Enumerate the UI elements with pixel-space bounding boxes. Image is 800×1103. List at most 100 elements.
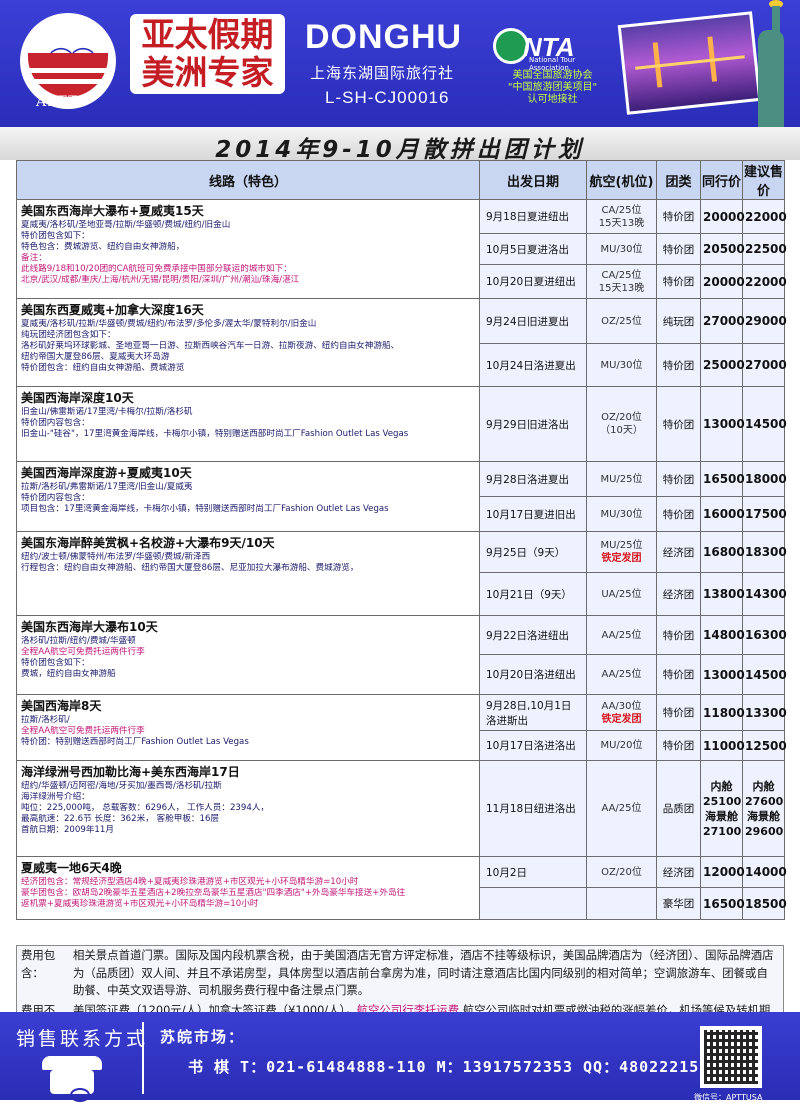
departure-date: 10月17日夏进旧出 xyxy=(479,496,587,532)
departure-date-text: 9月24日旧进夏出 xyxy=(486,315,570,328)
departure-date-text: 10月2日 xyxy=(486,866,528,879)
airline-seats: MU/25位 铁定发团 xyxy=(586,531,657,573)
departure-date-text: 10月17日洛进洛出 xyxy=(486,740,576,752)
departure-date-text: 9月28日洛进夏出 xyxy=(486,473,570,486)
route-cell: 美国东西海岸大瀑布10天 洛杉矶/拉斯/纽约/费城/华盛顿 全程AA航空可免费托运两… xyxy=(16,615,480,695)
airline-seats-text: OZ/20位 xyxy=(601,866,642,878)
tour-type-text: 特价团 xyxy=(662,276,695,288)
peer-price-text: 16800 xyxy=(703,545,745,559)
airline-seats: AA/25位 xyxy=(586,760,657,857)
tour-type-text: 经济团 xyxy=(662,546,695,559)
route-detail-line: 行程包含：纽约自由女神游船、纽约帝国大厦登86层、尼亚加拉大瀑布游船、费城游览， xyxy=(21,563,359,573)
table-header-row: 线路（特色） 出发日期 航空(机位) 团类 同行价 建议售价 xyxy=(16,160,785,200)
airline-seats: UA/25位 xyxy=(586,572,657,616)
peer-price-text: 13000 xyxy=(703,417,745,431)
route-detail-line: 费城，纽约自由女神游船 xyxy=(21,669,116,679)
departure-date xyxy=(479,887,587,920)
tour-type: 经济团 xyxy=(656,572,701,616)
retail-price-text: 27000 xyxy=(745,358,787,372)
route-detail-line: 旧金山/佛雷斯诺/17里湾/卡梅尔/拉斯/洛杉矶 xyxy=(21,407,193,417)
route-cell: 海洋绿洲号西加勒比海+美东西海岸17日纽约/华盛顿/迈阿密/海地/牙买加/墨西哥… xyxy=(16,760,480,857)
route-detail-line: 此线路9/18和10/20团的CA航班可免费承接中国部分联运的城市如下： xyxy=(21,264,292,274)
retail-price-text: 14300 xyxy=(745,587,787,601)
retail-price-text: 14500 xyxy=(745,417,787,431)
schedule-body: 美国东西海岸大瀑布+夏威夷15天 夏威夷/洛杉矶/圣地亚哥/拉斯/华盛顿/费城/纽… xyxy=(16,199,787,920)
brand-line-2: 美洲专家 xyxy=(141,53,274,92)
contact-details: 书 棋 T：021-61484888-110 M：13917572353 QQ：… xyxy=(188,1058,710,1076)
qr-caption: 微信号：APTTUSA xyxy=(694,1093,763,1102)
peer-price: 25000 xyxy=(700,343,745,387)
brand-line-1: 亚太假期 xyxy=(141,15,274,54)
tour-type: 豪华团 xyxy=(656,887,701,920)
route-detail-line: 豪华团包含：欧胡岛2晚豪华五星酒店+2晚拉奈岛豪华五星酒店"四季酒店"+外岛豪华… xyxy=(21,888,406,898)
peer-price-text: 20000 xyxy=(703,274,745,289)
route-detail-line: 特价团内容包含： xyxy=(21,493,90,503)
departure-date: 10月21日（9天） xyxy=(479,572,587,616)
route-detail-line: 纽约/波士顿/佛蒙特州/布法罗/华盛顿/费城/新泽西 xyxy=(21,552,211,562)
retail-price: 14000 xyxy=(742,856,787,888)
table-row: 美国东海岸醉美赏枫+名校游+大瀑布9天/10天 纽约/波士顿/佛蒙特州/布法罗/华… xyxy=(16,531,787,616)
agency-name: 上海东湖国际旅行社 xyxy=(310,64,455,82)
route-detail-line: 特价团包含如下： xyxy=(21,231,90,241)
retail-price-text: 内舱 27600 海景舱 29600 xyxy=(745,779,784,838)
table-row: 美国东西海岸大瀑布+夏威夷15天 夏威夷/洛杉矶/圣地亚哥/拉斯/华盛顿/费城/纽… xyxy=(16,199,787,299)
departure-date: 10月24日洛进夏出 xyxy=(479,343,587,387)
departure-date-text: 10月5日夏进洛出 xyxy=(486,243,570,256)
route-detail-line: 经济团包含：常规经济型酒店4晚+夏威夷珍珠港游览+市区观光+小环岛精华游=10小… xyxy=(21,877,359,887)
retail-price: 18000 xyxy=(742,461,787,497)
peer-price-text: 13800 xyxy=(703,587,745,601)
peer-price: 16800 xyxy=(700,531,745,573)
departure-date: 9月28日,10月1日 洛进斯出 xyxy=(479,694,587,731)
route-detail-line: 海洋绿洲号介绍： xyxy=(21,792,90,802)
route-detail-line: 项目包含：17里湾黄金海岸线，卡梅尔小镇，特别赠送西部时尚工厂Fashion O… xyxy=(21,504,389,514)
tour-type: 特价团 xyxy=(656,233,701,265)
departure-date-text: 10月20日夏进纽出 xyxy=(486,276,576,288)
qr-code[interactable] xyxy=(700,1026,762,1088)
airline-seats: OZ/20位 （10天） xyxy=(586,386,657,462)
retail-price-text: 16300 xyxy=(745,628,787,642)
tour-type: 纯玩团 xyxy=(656,298,701,344)
table-row: 美国东西海岸大瀑布10天 洛杉矶/拉斯/纽约/费城/华盛顿 全程AA航空可免费托运两… xyxy=(16,615,787,695)
peer-price: 14800 xyxy=(700,615,745,655)
tour-type-text: 品质团 xyxy=(662,803,695,815)
retail-price: 18300 xyxy=(742,531,787,573)
route-cell: 美国东西夏威夷+加拿大深度16天 夏威夷/洛杉矶/拉斯/华盛顿/费城/纽约/布法罗… xyxy=(16,298,480,387)
header-banner: ︵︵ APTT 亚太假期 美洲专家 DONGHU 上海东湖国际旅行社 L-SH-… xyxy=(0,0,800,127)
route-cell: 美国西海岸深度游+夏威夷10天 拉斯/洛杉矶/弗雷斯诺/17里湾/旧金山/夏威夷特… xyxy=(16,461,480,532)
tour-type-text: 特价团 xyxy=(662,629,695,642)
route-cell: 美国东西海岸大瀑布+夏威夷15天 夏威夷/洛杉矶/圣地亚哥/拉斯/华盛顿/费城/纽… xyxy=(16,199,480,299)
tour-type: 特价团 xyxy=(656,654,701,695)
departure-date: 10月5日夏进洛出 xyxy=(479,233,587,265)
retail-price-text: 18500 xyxy=(745,896,787,911)
retail-price-text: 12500 xyxy=(745,738,787,753)
route-title: 海洋绿洲号西加勒比海+美东西海岸17日 xyxy=(21,765,240,779)
departure-date: 10月20日夏进纽出 xyxy=(479,264,587,299)
statue-body xyxy=(758,30,784,127)
airline-seats: OZ/25位 xyxy=(586,298,657,344)
airline-seats-text: MU/30位 xyxy=(600,243,643,255)
route-detail-line: 吨位：225,000吨， 总载客数：6296人， 工作人员：2394人， xyxy=(21,803,270,813)
departure-date: 10月17日洛进洛出 xyxy=(479,730,587,761)
airline-seats-text: AA/25位 xyxy=(601,803,642,814)
route-detail-line: 纽约/华盛顿/迈阿密/海地/牙买加/墨西哥/洛杉矶/拉斯 xyxy=(21,781,222,791)
tour-type-text: 特价团 xyxy=(662,508,695,521)
airline-seats-text: MU/25位 xyxy=(600,540,643,551)
route-title: 夏威夷一地6天4晚 xyxy=(21,861,122,875)
peer-price: 27000 xyxy=(700,298,745,344)
tour-type: 特价团 xyxy=(656,615,701,655)
route-detail-line: 洛杉矶/拉斯/纽约/费城/华盛顿 xyxy=(21,636,136,646)
departure-date-text: 10月20日洛进纽出 xyxy=(486,669,576,681)
peer-price-text: 11000 xyxy=(703,738,745,753)
peer-price: 内舱 25100 海景舱 27100 xyxy=(700,760,743,857)
peer-price: 16000 xyxy=(700,496,745,532)
retail-price: 内舱 27600 海景舱 29600 xyxy=(742,760,785,857)
airline-seats: OZ/20位 xyxy=(586,856,657,888)
peer-price-text: 25000 xyxy=(703,358,745,372)
route-cell: 夏威夷一地6天4晚经济团包含：常规经济型酒店4晚+夏威夷珍珠港游览+市区观光+小… xyxy=(16,856,480,920)
retail-price: 17500 xyxy=(742,496,787,532)
retail-price: 22500 xyxy=(742,233,787,265)
peer-price-text: 20500 xyxy=(703,242,745,256)
table-row: 夏威夷一地6天4晚经济团包含：常规经济型酒店4晚+夏威夷珍珠港游览+市区观光+小… xyxy=(16,856,787,920)
fee-included-row: 费用包含： 相关景点首道门票。国际及国内段机票含税，由于美国酒店无官方评定标准，… xyxy=(17,946,783,1001)
retail-price: 14500 xyxy=(742,654,787,695)
